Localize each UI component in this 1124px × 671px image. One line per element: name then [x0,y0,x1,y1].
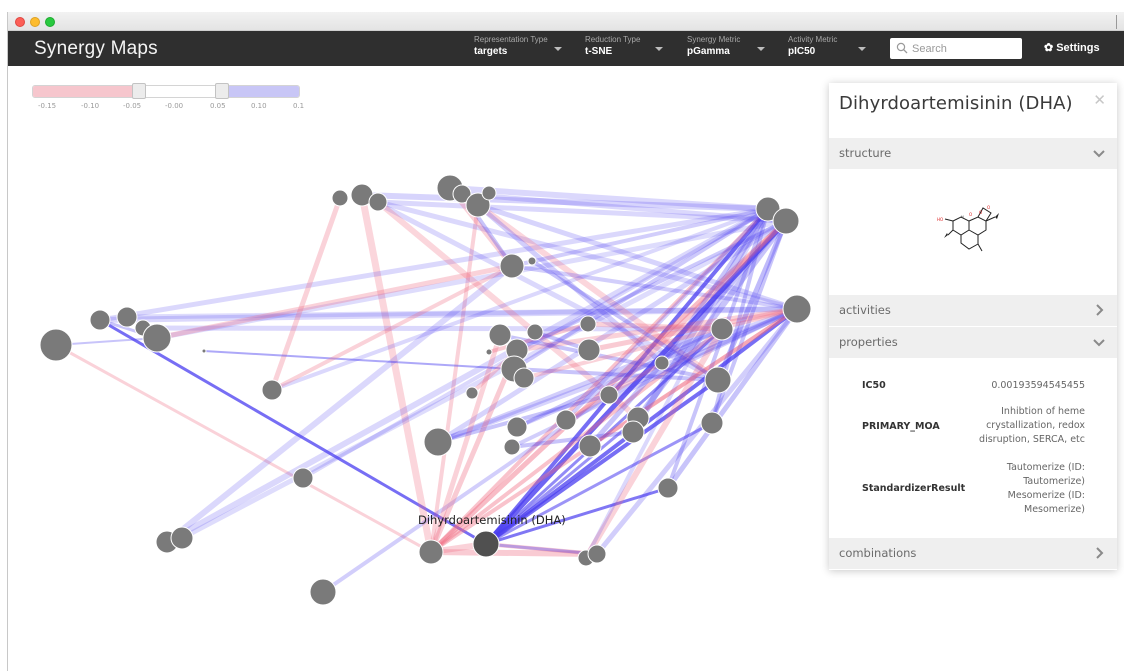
compound-node[interactable] [309,578,337,606]
property-key: StandardizerResult [862,483,966,494]
panel-title: Dihyrdoartemisinin (DHA) [839,93,1073,114]
compound-node[interactable] [587,544,607,564]
chevron-right-icon [1096,304,1104,316]
chevron-down-icon [1093,339,1105,347]
compound-node[interactable] [292,467,314,489]
compound-node[interactable] [331,189,349,207]
synergy-edge-positive [203,350,515,370]
compound-node[interactable] [368,192,388,212]
section-label: combinations [839,546,917,560]
chevron-down-icon [858,47,866,51]
compound-node[interactable] [577,338,601,362]
compound-node[interactable] [782,294,812,324]
property-row: PRIMARY_MOA Inhibtion of heme crystalliz… [829,405,1117,449]
svg-text:O: O [969,212,972,217]
search-icon [896,42,908,54]
svg-text:H: H [961,215,964,219]
section-combinations[interactable]: combinations [829,538,1117,569]
property-value: Tautomerize (ID: Tautomerize) Mesomerize… [1006,462,1085,515]
compound-node[interactable] [654,355,670,371]
property-key: PRIMARY_MOA [862,421,940,432]
compound-node[interactable] [506,416,528,438]
search-input[interactable] [912,40,1016,57]
compound-node[interactable] [772,207,800,235]
window-resize-handle[interactable] [1116,15,1124,29]
compound-node[interactable] [481,185,497,201]
compound-node[interactable] [39,328,73,362]
compound-node[interactable] [710,317,734,341]
settings-button[interactable]: ✿ Settings [1044,41,1100,54]
svg-text:O: O [979,210,982,215]
compound-node[interactable] [418,539,444,565]
compound-node[interactable] [657,477,679,499]
compound-node[interactable] [527,256,537,266]
section-label: properties [839,335,898,349]
section-label: structure [839,146,892,160]
molecule-structure-drawing: HO O O O H [937,205,999,252]
section-label: activities [839,303,891,317]
chevron-right-icon [1096,547,1104,559]
compound-node[interactable] [621,420,645,444]
property-value: Inhibtion of heme crystallization, redox… [979,406,1085,445]
compound-node[interactable] [170,526,194,550]
compound-node[interactable] [201,348,207,354]
settings-label: Settings [1056,42,1100,54]
compound-node[interactable] [142,323,172,353]
compound-node[interactable] [485,348,493,356]
property-row: StandardizerResult Tautomerize (ID: Taut… [829,461,1117,521]
search-box[interactable] [890,38,1022,59]
compound-node[interactable] [465,386,479,400]
property-value: 0.00193594545455 [991,380,1085,391]
compound-node[interactable] [488,323,512,347]
property-row: IC50 0.00193594545455 [829,378,1117,398]
compound-node[interactable] [526,323,544,341]
compound-node[interactable] [599,385,619,405]
close-icon[interactable]: ✕ [1093,91,1106,109]
compound-node[interactable] [555,409,577,431]
svg-text:O: O [987,205,990,210]
compound-detail-panel: Dihyrdoartemisinin (DHA) ✕ structure HO … [829,83,1117,570]
compound-node[interactable] [579,315,597,333]
compound-node[interactable] [116,306,138,328]
section-activities[interactable]: activities [829,295,1117,326]
compound-node[interactable] [578,434,602,458]
property-key: IC50 [862,380,886,391]
section-properties[interactable]: properties [829,327,1117,358]
synergy-network-graph[interactable]: Dihyrdoartemisinin (DHA) [0,0,830,671]
compound-node[interactable] [513,367,535,389]
section-structure[interactable]: structure [829,138,1117,169]
molecule-structure-image: HO O O O H [829,169,1117,295]
svg-text:HO: HO [937,217,943,222]
gear-icon: ✿ [1044,42,1054,54]
selected-node-label: Dihyrdoartemisinin (DHA) [418,513,566,527]
compound-node[interactable] [704,366,732,394]
compound-node[interactable] [499,253,525,279]
compound-node[interactable] [89,309,111,331]
chevron-down-icon [1093,150,1105,158]
compound-node[interactable] [503,438,521,456]
selected-compound-node[interactable] [472,530,500,558]
compound-node[interactable] [700,411,724,435]
synergy-edge-negative [358,191,435,556]
compound-node[interactable] [423,427,453,457]
properties-table: IC50 0.00193594545455 PRIMARY_MOA Inhibt… [829,358,1117,536]
compound-node[interactable] [261,379,283,401]
